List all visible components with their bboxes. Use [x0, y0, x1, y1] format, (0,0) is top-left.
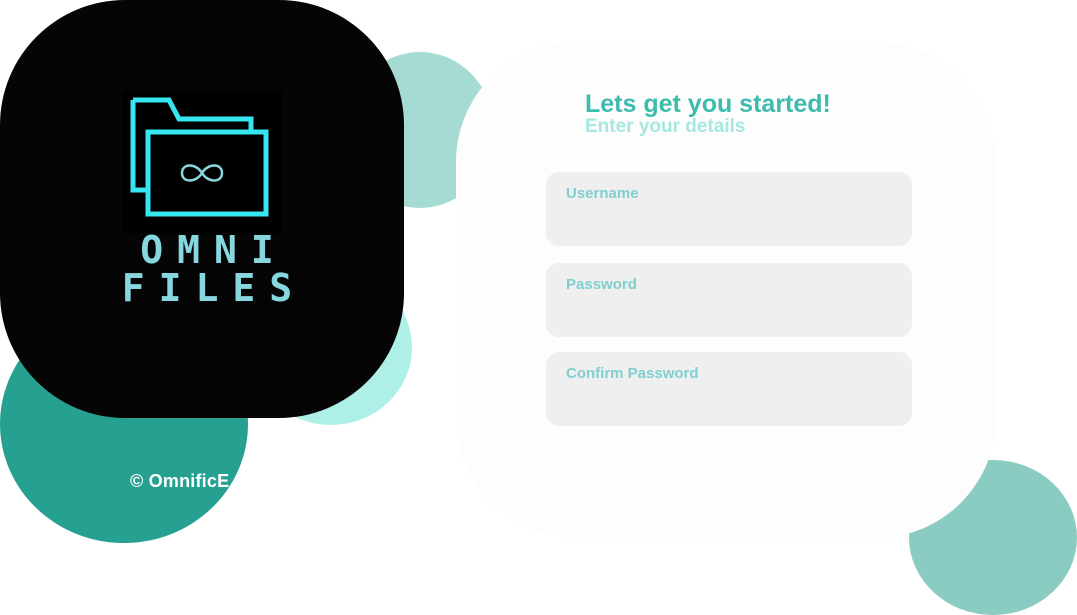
password-field[interactable]: Password [546, 263, 912, 337]
signup-heading: Lets get you started! [585, 90, 831, 118]
copyright-text: © OmnificE [130, 471, 230, 491]
folder-infinity-icon [122, 92, 282, 233]
confirm-password-field[interactable]: Confirm Password [546, 352, 912, 426]
confirm-password-label: Confirm Password [566, 365, 699, 382]
username-input[interactable] [566, 208, 890, 234]
password-label: Password [566, 276, 637, 293]
confirm-password-input[interactable] [566, 388, 890, 414]
username-label: Username [566, 185, 639, 202]
signup-subheading: Enter your details [585, 116, 746, 137]
logo-text-files: FILES [121, 266, 307, 310]
logo-card: OMNI FILES [0, 0, 404, 418]
password-input[interactable] [566, 299, 890, 325]
username-field[interactable]: Username [546, 172, 912, 246]
